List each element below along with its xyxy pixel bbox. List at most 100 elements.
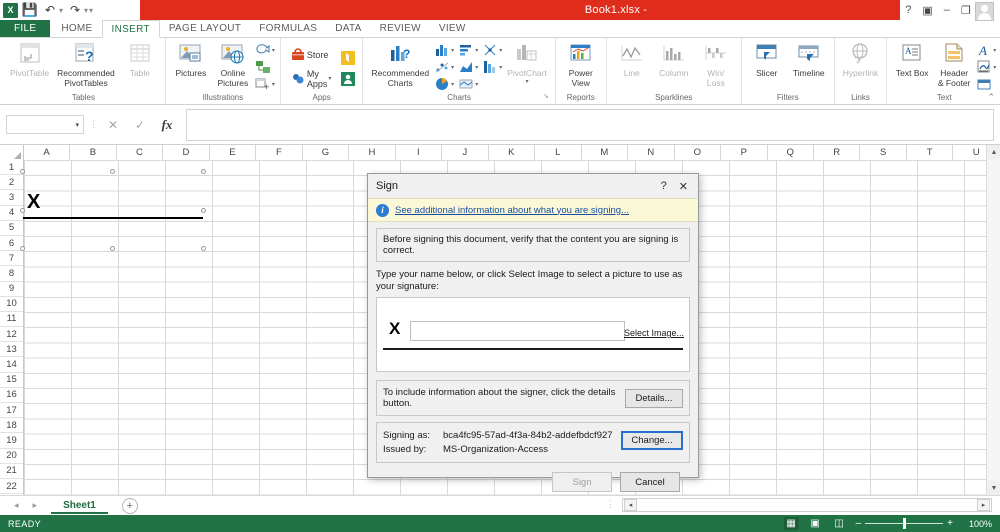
my-apps-dropdown-icon[interactable]: ▾: [328, 75, 331, 82]
normal-view-button[interactable]: ▦: [784, 517, 799, 530]
column-header-A[interactable]: A: [24, 145, 70, 160]
column-chart-dropdown-icon[interactable]: ▾: [451, 47, 454, 54]
other-charts-button[interactable]: ▾: [481, 59, 503, 75]
sign-button[interactable]: Sign: [552, 472, 612, 492]
stock-chart-dropdown-icon[interactable]: ▾: [499, 47, 502, 54]
column-header-T[interactable]: T: [907, 145, 953, 160]
row-header-4[interactable]: 4: [0, 206, 23, 221]
scatter-chart-button[interactable]: ▾: [433, 59, 455, 75]
area-chart-dropdown-icon[interactable]: ▾: [475, 64, 478, 71]
save-icon[interactable]: 💾: [22, 2, 38, 18]
row-header-11[interactable]: 11: [0, 312, 23, 327]
signature-line-object[interactable]: X: [23, 172, 203, 249]
select-all-corner[interactable]: [0, 145, 24, 160]
column-header-G[interactable]: G: [303, 145, 349, 160]
zoom-slider[interactable]: – +: [856, 518, 953, 529]
resize-handle-nw[interactable]: [20, 169, 25, 174]
header-footer-button[interactable]: Header & Footer: [933, 40, 975, 88]
resize-handle-sw[interactable]: [20, 246, 25, 251]
cancel-button[interactable]: Cancel: [620, 472, 680, 492]
column-header-E[interactable]: E: [210, 145, 256, 160]
row-header-22[interactable]: 22: [0, 479, 23, 494]
tab-formulas[interactable]: FORMULAS: [250, 20, 326, 37]
row-header-10[interactable]: 10: [0, 297, 23, 312]
sparkline-winloss-button[interactable]: Win/ Loss: [695, 40, 737, 88]
pivotchart-dropdown-icon[interactable]: ▾: [525, 78, 528, 85]
column-header-N[interactable]: N: [628, 145, 674, 160]
pictures-button[interactable]: Pictures: [170, 40, 212, 78]
column-header-F[interactable]: F: [256, 145, 302, 160]
column-header-B[interactable]: B: [70, 145, 116, 160]
slicer-button[interactable]: Slicer: [746, 40, 788, 78]
row-header-20[interactable]: 20: [0, 449, 23, 464]
row-header-3[interactable]: 3: [0, 190, 23, 205]
additional-information-link[interactable]: See additional information about what yo…: [395, 205, 629, 216]
add-sheet-button[interactable]: +: [122, 498, 138, 514]
recommended-pivottables-button[interactable]: ? Recommended PivotTables: [53, 40, 119, 88]
cancel-formula-icon[interactable]: ✕: [102, 115, 124, 134]
bing-maps-icon[interactable]: [340, 50, 356, 66]
tab-file[interactable]: FILE: [0, 20, 50, 37]
row-header-15[interactable]: 15: [0, 373, 23, 388]
row-header-8[interactable]: 8: [0, 266, 23, 281]
undo-dropdown-icon[interactable]: ▾: [59, 6, 63, 15]
zoom-in-button[interactable]: +: [947, 518, 953, 529]
sheet-tab-sheet1[interactable]: Sheet1: [51, 498, 108, 514]
store-button[interactable]: Store: [289, 47, 333, 63]
zoom-out-button[interactable]: –: [856, 518, 862, 529]
recommended-charts-button[interactable]: ? Recommended Charts: [367, 40, 433, 88]
smartart-button[interactable]: [254, 59, 272, 75]
tab-insert[interactable]: INSERT: [102, 20, 160, 38]
column-header-M[interactable]: M: [582, 145, 628, 160]
row-header-7[interactable]: 7: [0, 251, 23, 266]
ribbon-display-options-icon[interactable]: ▣: [922, 4, 932, 17]
zoom-thumb[interactable]: [903, 518, 906, 529]
resize-handle-ne[interactable]: [201, 169, 206, 174]
wordart-dropdown-icon[interactable]: ▾: [993, 47, 996, 54]
horizontal-split-grip[interactable]: ⋮: [606, 499, 615, 510]
tab-data[interactable]: DATA: [326, 20, 370, 37]
signature-line-dropdown-icon[interactable]: ▾: [993, 64, 996, 71]
row-header-18[interactable]: 18: [0, 418, 23, 433]
tab-page-layout[interactable]: PAGE LAYOUT: [160, 20, 250, 37]
row-header-5[interactable]: 5: [0, 221, 23, 236]
sign-dialog-close-icon[interactable]: ✕: [679, 180, 688, 193]
hscroll-right-icon[interactable]: ▸: [977, 499, 990, 511]
sheet-prev-icon[interactable]: ◂: [14, 500, 19, 511]
column-header-C[interactable]: C: [117, 145, 163, 160]
wordart-button[interactable]: A ▾: [975, 42, 997, 58]
row-header-13[interactable]: 13: [0, 342, 23, 357]
column-header-D[interactable]: D: [163, 145, 209, 160]
sign-dialog-help-icon[interactable]: ?: [661, 180, 667, 193]
row-header-16[interactable]: 16: [0, 388, 23, 403]
pie-chart-button[interactable]: ▾: [433, 76, 455, 92]
column-header-J[interactable]: J: [442, 145, 488, 160]
pie-chart-dropdown-icon[interactable]: ▾: [451, 81, 454, 88]
restore-icon[interactable]: ❐: [961, 4, 971, 17]
sparkline-column-button[interactable]: Column: [653, 40, 695, 78]
row-header-19[interactable]: 19: [0, 433, 23, 448]
row-header-21[interactable]: 21: [0, 464, 23, 479]
minimize-icon[interactable]: –: [944, 4, 950, 16]
zoom-track[interactable]: [865, 523, 943, 524]
signature-name-input[interactable]: [410, 321, 625, 341]
other-charts-dropdown-icon[interactable]: ▾: [499, 64, 502, 71]
surface-chart-dropdown-icon[interactable]: ▾: [475, 81, 478, 88]
scroll-up-icon[interactable]: ▲: [987, 145, 1000, 159]
hyperlink-button[interactable]: Hyperlink: [839, 40, 882, 78]
shapes-button[interactable]: ▾: [254, 42, 276, 58]
details-button[interactable]: Details...: [625, 389, 683, 408]
area-chart-button[interactable]: ▾: [457, 59, 479, 75]
enter-formula-icon[interactable]: ✓: [129, 115, 151, 134]
pivotchart-button[interactable]: PivotChart ▾: [503, 40, 551, 85]
scatter-chart-dropdown-icon[interactable]: ▾: [451, 64, 454, 71]
sparkline-line-button[interactable]: Line: [611, 40, 653, 78]
stock-chart-button[interactable]: ▾: [481, 42, 503, 58]
zoom-level-label[interactable]: 100%: [962, 519, 992, 529]
page-break-preview-button[interactable]: ◫: [832, 517, 847, 530]
resize-handle-n[interactable]: [110, 169, 115, 174]
formula-input[interactable]: [186, 109, 994, 141]
tab-view[interactable]: VIEW: [430, 20, 475, 37]
column-header-S[interactable]: S: [860, 145, 906, 160]
column-header-L[interactable]: L: [535, 145, 581, 160]
